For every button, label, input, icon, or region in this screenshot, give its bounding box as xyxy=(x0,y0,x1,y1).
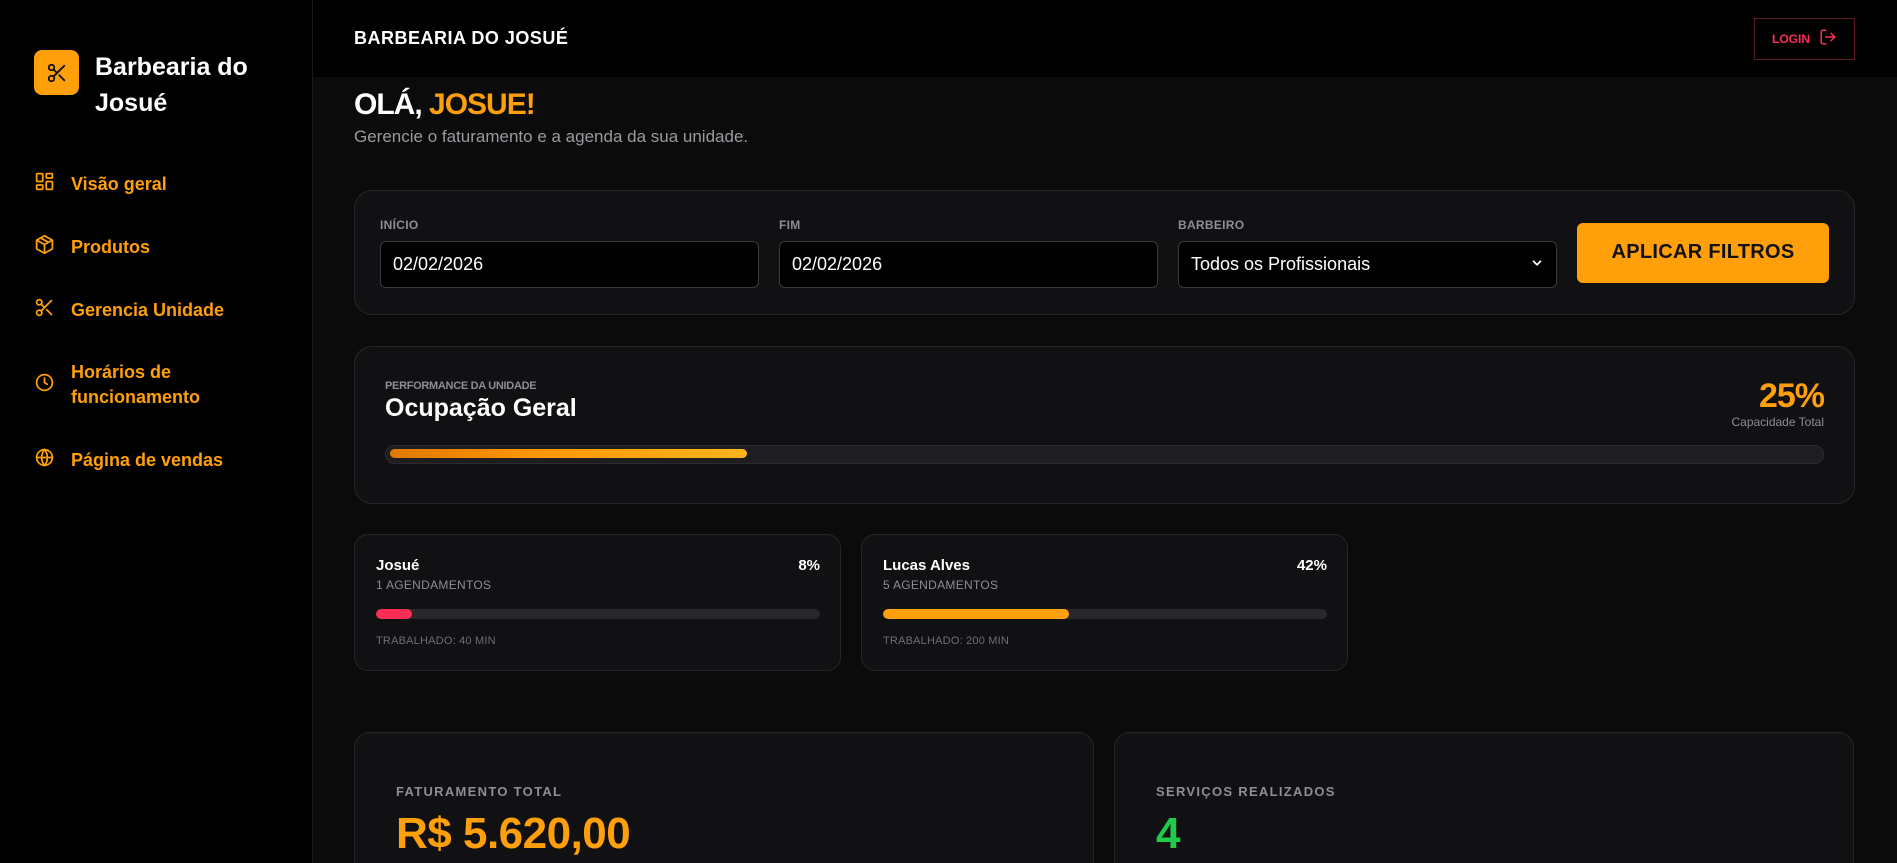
occupancy-progress-fill xyxy=(390,449,748,458)
barber-field: BARBEIRO Todos os Profissionais xyxy=(1178,218,1557,288)
barber-percent: 8% xyxy=(798,557,820,574)
topbar-title: BARBEARIA DO JOSUÉ xyxy=(354,28,569,48)
start-date-input[interactable]: 02/02/2026 xyxy=(380,240,759,288)
sidebar-item-visao-geral[interactable]: Visão geral xyxy=(34,171,312,197)
start-date-field: INÍCIO 02/02/2026 xyxy=(380,218,759,288)
sidebar-item-label: Horários de funcionamento xyxy=(71,362,200,407)
login-label: LOGIN xyxy=(1772,31,1810,46)
stats-row: FATURAMENTO TOTAL R$ 5.620,00 SERVIÇOS R… xyxy=(354,732,1855,863)
end-date-field: FIM 02/02/2026 xyxy=(779,218,1158,288)
filters-panel: INÍCIO 02/02/2026 FIM 02/02/2026 BARBEIR… xyxy=(354,190,1855,315)
globe-icon xyxy=(34,447,55,473)
end-date-value: 02/02/2026 xyxy=(792,253,883,274)
sidebar-item-label: Gerencia Unidade xyxy=(71,299,225,320)
sidebar-item-pagina-vendas[interactable]: Página de vendas xyxy=(34,447,312,473)
performance-summary: 25% Capacidade Total xyxy=(1731,377,1825,429)
greeting-title: OLÁ, JOSUE! xyxy=(354,85,1855,125)
sidebar-item-gerencia-unidade[interactable]: Gerencia Unidade xyxy=(34,297,312,323)
topbar: BARBEARIA DO JOSUÉ LOGIN xyxy=(313,0,1897,77)
barber-percent: 42% xyxy=(1296,557,1327,574)
barber-worked-time: TRABALHADO: 40 MIN xyxy=(376,635,496,647)
stat-value: R$ 5.620,00 xyxy=(396,809,631,858)
start-date-label: INÍCIO xyxy=(380,217,419,232)
end-date-label: FIM xyxy=(779,217,801,232)
barber-select[interactable]: Todos os Profissionais xyxy=(1178,240,1557,288)
performance-kicker: PERFORMANCE DA UNIDADE xyxy=(385,380,537,392)
sidebar: Barbearia do Josué Visão geral Produtos … xyxy=(0,0,313,863)
occupancy-progress-track xyxy=(385,445,1824,464)
stat-label: FATURAMENTO TOTAL xyxy=(396,784,563,799)
barber-select-value: Todos os Profissionais xyxy=(1191,253,1371,274)
barber-progress-fill xyxy=(376,609,412,619)
greeting-name: JOSUE! xyxy=(429,88,536,121)
sidebar-item-label: Visão geral xyxy=(71,173,167,194)
barber-appointments: 5 AGENDAMENTOS xyxy=(883,578,999,592)
barber-name: Josué xyxy=(376,557,420,574)
start-date-value: 02/02/2026 xyxy=(393,253,484,274)
sidebar-item-label: Produtos xyxy=(71,236,150,257)
grid-icon xyxy=(34,171,55,197)
greeting-prefix: OLÁ, xyxy=(354,88,423,121)
barber-worked-time: TRABALHADO: 200 MIN xyxy=(883,635,1010,647)
barber-cards: Josué 8% 1 AGENDAMENTOS TRABALHADO: 40 M… xyxy=(354,534,1855,671)
scissors-icon xyxy=(34,50,79,95)
chevron-down-icon xyxy=(1530,254,1544,275)
brand-name: Barbearia do Josué xyxy=(95,53,248,117)
stat-label: SERVIÇOS REALIZADOS xyxy=(1156,784,1336,799)
barber-card: Josué 8% 1 AGENDAMENTOS TRABALHADO: 40 M… xyxy=(354,534,841,671)
stat-value: 4 xyxy=(1156,809,1180,858)
performance-card: PERFORMANCE DA UNIDADE Ocupação Geral 25… xyxy=(354,346,1855,504)
app-root: Barbearia do Josué Visão geral Produtos … xyxy=(0,0,1897,863)
scissors-icon xyxy=(34,297,55,323)
barber-card: Lucas Alves 42% 5 AGENDAMENTOS TRABALHAD… xyxy=(861,534,1348,671)
greeting-subtitle: Gerencie o faturamento e a agenda da sua… xyxy=(354,127,749,146)
stat-card-services: SERVIÇOS REALIZADOS 4 xyxy=(1114,732,1854,863)
performance-caption: Capacidade Total xyxy=(1731,415,1824,429)
clock-icon xyxy=(34,372,55,398)
end-date-input[interactable]: 02/02/2026 xyxy=(779,240,1158,288)
barber-progress-track xyxy=(883,609,1327,619)
barber-progress-fill xyxy=(883,609,1070,619)
login-button[interactable]: LOGIN xyxy=(1754,17,1855,60)
barber-header: Josué 8% xyxy=(376,557,820,574)
barber-appointments: 1 AGENDAMENTOS xyxy=(376,578,492,592)
package-icon xyxy=(34,234,55,260)
barber-header: Lucas Alves 42% xyxy=(883,557,1327,574)
barber-progress-track xyxy=(376,609,820,619)
main-content: BARBEARIA DO JOSUÉ LOGIN OLÁ, JOSUE! Ger… xyxy=(313,0,1897,863)
apply-filters-button[interactable]: APLICAR FILTROS xyxy=(1577,222,1829,283)
dashboard: OLÁ, JOSUE! Gerencie o faturamento e a a… xyxy=(313,77,1897,863)
performance-title: Ocupação Geral xyxy=(385,394,577,422)
barber-name: Lucas Alves xyxy=(883,557,970,574)
sidebar-item-label: Página de vendas xyxy=(71,449,224,470)
sidebar-nav: Visão geral Produtos Gerencia Unidade Ho… xyxy=(34,171,312,473)
barber-label: BARBEIRO xyxy=(1178,217,1245,232)
stat-card-revenue: FATURAMENTO TOTAL R$ 5.620,00 xyxy=(354,732,1094,863)
brand[interactable]: Barbearia do Josué xyxy=(34,49,312,121)
logout-arrow-icon xyxy=(1819,28,1837,49)
performance-percent: 25% xyxy=(1758,377,1825,415)
sidebar-item-horarios[interactable]: Horários de funcionamento xyxy=(34,360,312,410)
sidebar-item-produtos[interactable]: Produtos xyxy=(34,234,312,260)
